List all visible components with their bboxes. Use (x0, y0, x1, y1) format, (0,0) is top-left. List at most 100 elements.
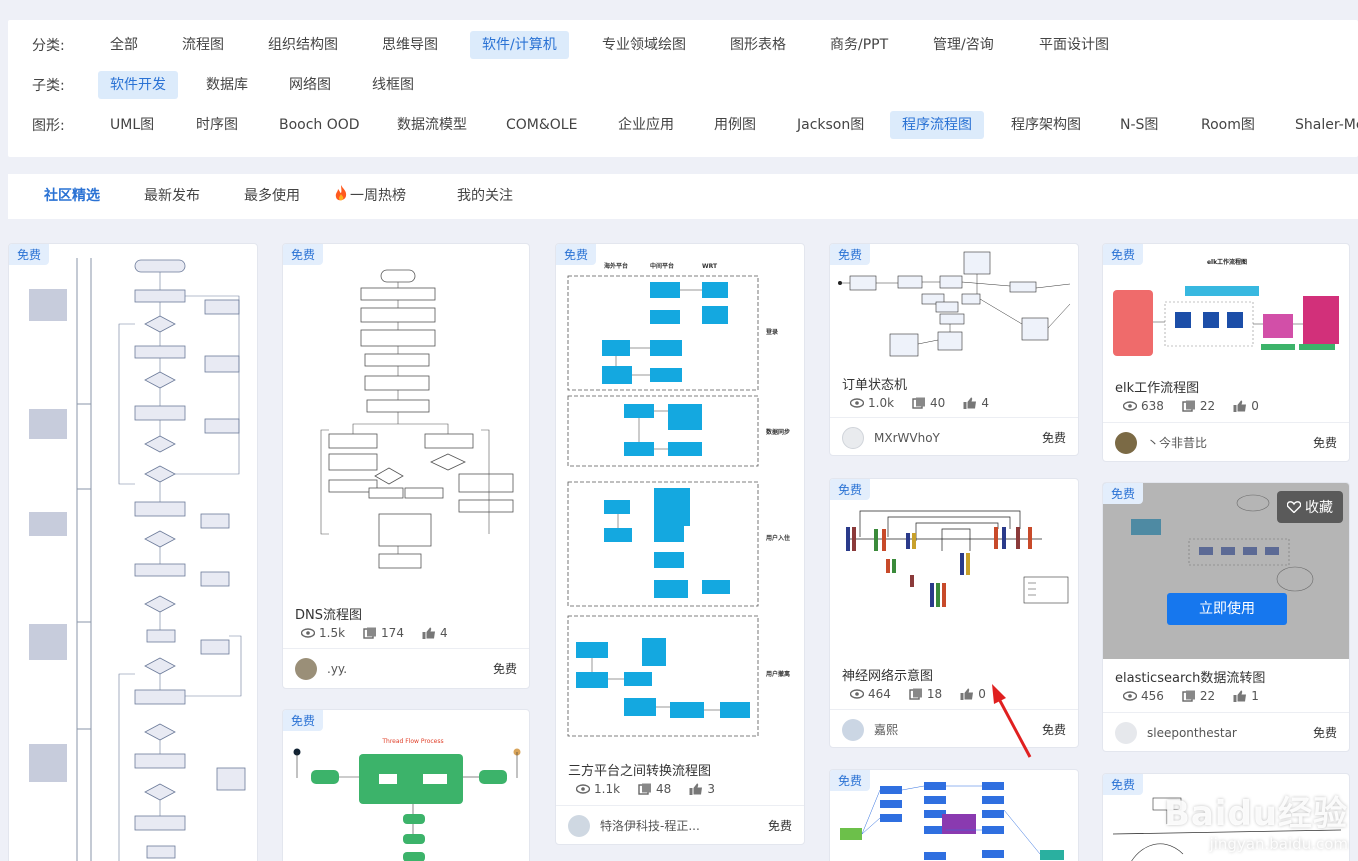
free-badge: 免费 (556, 244, 597, 265)
shape-chip-ns[interactable]: N-S图 (1108, 111, 1170, 139)
thumbs-up-icon (1233, 400, 1247, 412)
copy-count: 40 (912, 396, 945, 410)
sort-tabbar: 社区精选 最新发布 最多使用 一周热榜 我的关注 (8, 174, 1358, 219)
like-count: 0 (960, 687, 986, 701)
heart-icon (1286, 501, 1302, 514)
card-stats: 1.1k 48 3 (576, 782, 715, 796)
shape-chip-usecase[interactable]: 用例图 (702, 111, 768, 139)
favorite-button[interactable]: 收藏 (1277, 491, 1343, 523)
category-chip-business[interactable]: 商务/PPT (818, 31, 900, 59)
subcategory-chip-dev[interactable]: 软件开发 (98, 71, 178, 99)
card-footer: .yy. 免费 (283, 648, 529, 688)
card-stats: 1.0k 40 4 (850, 396, 989, 410)
card-thumbnail (283, 244, 529, 594)
template-card-dns[interactable]: 免费 DNS流程图 1.5k 174 4 .yy. 免费 (282, 243, 530, 689)
col-header: WRT (702, 263, 718, 270)
tab-community-picks[interactable]: 社区精选 (44, 174, 100, 219)
like-count: 1 (1233, 689, 1259, 703)
shape-chip-room[interactable]: Room图 (1189, 111, 1267, 139)
avatar[interactable] (842, 718, 864, 741)
copy-icon (363, 627, 377, 639)
free-badge: 免费 (283, 710, 324, 731)
shape-chip-program-flow[interactable]: 程序流程图 (890, 111, 984, 139)
free-badge: 免费 (9, 244, 50, 265)
tab-following[interactable]: 我的关注 (457, 174, 513, 219)
view-count: 1.1k (576, 782, 620, 796)
author-name[interactable]: 嘉熙 (874, 721, 1042, 738)
category-chip-graphic[interactable]: 平面设计图 (1027, 31, 1121, 59)
card-footer: sleeponthestar 免费 (1103, 712, 1349, 751)
template-card-swimlane[interactable]: 免费 (8, 243, 258, 861)
category-chip-all[interactable]: 全部 (98, 31, 150, 59)
view-count: 1.5k (301, 626, 345, 640)
like-count: 0 (1233, 399, 1259, 413)
subcategory-label: 子类: (32, 78, 65, 94)
price-label: 免费 (1041, 431, 1066, 445)
tab-latest[interactable]: 最新发布 (144, 174, 200, 219)
avatar[interactable] (1115, 431, 1137, 454)
template-card-elk[interactable]: 免费 elk工作流程图 elk工作流程图 638 22 0 丶今非昔比 免费 (1102, 243, 1350, 462)
avatar[interactable] (1115, 721, 1137, 744)
watermark-logo: Baidu经验 (1163, 794, 1348, 834)
card-stats: 464 18 0 (850, 687, 986, 701)
template-card-order-state[interactable]: 免费 订单状态机 1.0k 40 4 MXrWVhoY 免费 (829, 243, 1079, 456)
category-chip-org[interactable]: 组织结构图 (256, 31, 350, 59)
author-name[interactable]: 丶今非昔比 (1147, 434, 1313, 451)
category-chip-management[interactable]: 管理/咨询 (921, 31, 1006, 59)
like-count: 4 (963, 396, 989, 410)
category-chip-mindmap[interactable]: 思维导图 (370, 31, 450, 59)
copy-count: 18 (909, 687, 942, 701)
author-name[interactable]: MXrWVhoY (874, 431, 1042, 445)
category-chip-professional[interactable]: 专业领域绘图 (590, 31, 698, 59)
eye-icon (1123, 691, 1137, 701)
template-card-sanfang[interactable]: 免费 海外平台 中间平台 WRT 登录 数据同步 用户入住 用户撤离 三方平台之… (555, 243, 805, 845)
row-label: 用户撤离 (765, 670, 790, 678)
shape-chip-dataflow[interactable]: 数据流模型 (385, 111, 479, 139)
template-card-elasticsearch[interactable]: 免费 收藏 立即使用 elasticsearch数据流转图 456 22 1 s… (1102, 482, 1350, 752)
author-name[interactable]: sleeponthestar (1147, 726, 1313, 740)
subcategory-chip-db[interactable]: 数据库 (194, 71, 260, 99)
card-stats: 638 22 0 (1123, 399, 1259, 413)
card-stats: 1.5k 174 4 (301, 626, 448, 640)
author-name[interactable]: 特洛伊科技-程正... (600, 817, 768, 834)
card-title: elasticsearch数据流转图 (1115, 671, 1266, 686)
card-thumbnail: 海外平台 中间平台 WRT 登录 数据同步 用户入住 用户撤离 (556, 244, 804, 749)
tab-most-used[interactable]: 最多使用 (244, 174, 300, 219)
shape-chip-booch[interactable]: Booch OOD (267, 111, 372, 139)
category-label: 分类: (32, 38, 65, 54)
shape-chip-enterprise[interactable]: 企业应用 (606, 111, 686, 139)
copy-icon (1182, 690, 1195, 702)
shape-row: 图形: UML图 时序图 Booch OOD 数据流模型 COM&OLE 企业应… (8, 110, 1358, 140)
tab-weekly-hot[interactable]: 一周热榜 (334, 174, 406, 219)
like-count: 3 (689, 782, 715, 796)
view-count: 638 (1123, 399, 1164, 413)
template-card-thread-flow[interactable]: 免费 Thread Flow Process (282, 709, 530, 861)
use-now-button[interactable]: 立即使用 (1167, 593, 1287, 625)
card-thumbnail (830, 479, 1078, 649)
shape-chip-shaler[interactable]: Shaler-Me (1283, 111, 1358, 139)
shape-chip-sequence[interactable]: 时序图 (184, 111, 250, 139)
favorite-label: 收藏 (1305, 500, 1333, 516)
shape-chip-com[interactable]: COM&OLE (494, 111, 589, 139)
thumbs-up-icon (960, 688, 974, 700)
template-card-neural-net[interactable]: 免费 神经网络示意图 464 18 0 嘉熙 免费 (829, 478, 1079, 748)
category-chip-software[interactable]: 软件/计算机 (470, 31, 569, 59)
avatar[interactable] (842, 426, 864, 449)
avatar[interactable] (295, 657, 317, 680)
subcategory-chip-wireframe[interactable]: 线框图 (360, 71, 426, 99)
avatar[interactable] (568, 814, 590, 837)
price-label: 免费 (767, 819, 792, 833)
category-chip-table[interactable]: 图形表格 (718, 31, 798, 59)
subcategory-chip-network[interactable]: 网络图 (277, 71, 343, 99)
template-card-network-arch[interactable]: 免费 (829, 769, 1079, 861)
shape-label: 图形: (32, 118, 65, 134)
free-badge: 免费 (1103, 483, 1144, 504)
category-chip-flowchart[interactable]: 流程图 (170, 31, 236, 59)
row-label: 登录 (765, 328, 778, 336)
thumbs-up-icon (422, 627, 435, 639)
shape-chip-program-arch[interactable]: 程序架构图 (999, 111, 1093, 139)
card-footer: MXrWVhoY 免费 (830, 417, 1078, 455)
author-name[interactable]: .yy. (327, 662, 493, 676)
shape-chip-uml[interactable]: UML图 (98, 111, 166, 139)
shape-chip-jackson[interactable]: Jackson图 (785, 111, 876, 139)
